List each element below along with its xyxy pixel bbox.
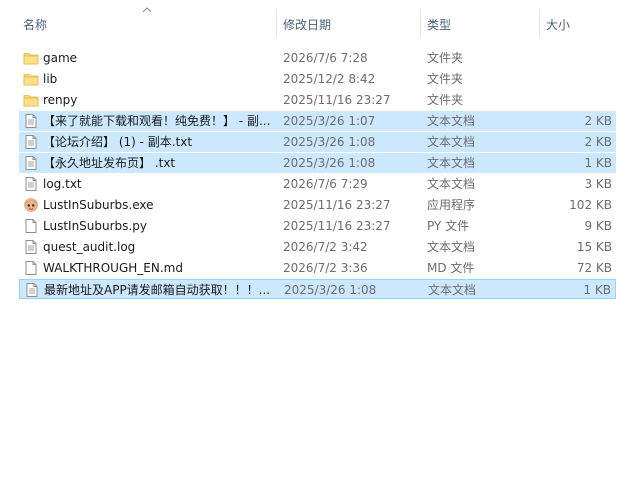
column-header-name[interactable]: 名称 <box>23 16 47 33</box>
file-date: 2026/7/2 3:42 <box>283 240 368 254</box>
text-file-icon <box>24 282 40 298</box>
file-type: 文本文档 <box>427 177 476 191</box>
file-date: 2026/7/6 7:28 <box>283 51 368 65</box>
file-type: 文本文档 <box>428 283 477 297</box>
text-file-icon <box>23 176 39 192</box>
column-header-date[interactable]: 修改日期 <box>283 16 331 33</box>
file-name: 【来了就能下载和观看！纯免费！】 - 副... <box>43 114 271 128</box>
file-row[interactable]: 【来了就能下载和观看！纯免费！】 - 副... 2025/3/26 1:07 文本文… <box>19 111 616 131</box>
file-name: LustInSuburbs.exe <box>43 198 154 212</box>
file-row[interactable]: LustInSuburbs.py 2025/11/16 23:27 PY 文件 9 K… <box>19 216 616 236</box>
file-type: 文件夹 <box>427 93 464 107</box>
file-row[interactable]: game 2026/7/6 7:28 文件夹 <box>19 48 616 68</box>
file-row[interactable]: 最新地址及APP请发邮箱自动获取！！！... 2025/3/26 1:08 文本文档… <box>19 279 616 299</box>
file-type: 文本文档 <box>427 114 476 128</box>
file-date: 2025/3/26 1:07 <box>283 114 376 128</box>
file-date: 2026/7/2 3:36 <box>283 261 368 275</box>
file-name: 【永久地址发布页】 .txt <box>43 156 176 170</box>
file-date: 2026/7/6 7:29 <box>283 177 368 191</box>
file-name: renpy <box>43 93 78 107</box>
file-size: 1 KB <box>584 156 612 170</box>
file-name: LustInSuburbs.py <box>43 219 147 233</box>
column-header-size[interactable]: 大小 <box>546 16 570 33</box>
file-date: 2025/12/2 8:42 <box>283 72 376 86</box>
file-row[interactable]: WALKTHROUGH_EN.md 2026/7/2 3:36 MD 文件 72 KB <box>19 258 616 278</box>
text-file-icon <box>23 155 39 171</box>
file-size: 15 KB <box>576 240 612 254</box>
file-type: 文本文档 <box>427 135 476 149</box>
file-name: 最新地址及APP请发邮箱自动获取！！！... <box>44 283 271 297</box>
app-exe-icon <box>23 197 39 213</box>
file-row[interactable]: 【论坛介绍】 (1) - 副本.txt 2025/3/26 1:08 文本文档 2 K… <box>19 132 616 152</box>
file-size: 102 KB <box>569 198 612 212</box>
file-date: 2025/11/16 23:27 <box>283 219 391 233</box>
file-size: 3 KB <box>584 177 612 191</box>
file-name: quest_audit.log <box>43 240 136 254</box>
folder-icon <box>23 71 39 87</box>
file-type: 文本文档 <box>427 240 476 254</box>
text-file-icon <box>23 239 39 255</box>
file-type: MD 文件 <box>427 261 475 275</box>
file-type: 文件夹 <box>427 51 464 65</box>
blank-file-icon <box>23 260 39 276</box>
file-row[interactable]: LustInSuburbs.exe 2025/11/16 23:27 应用程序 102… <box>19 195 616 215</box>
file-date: 2025/3/26 1:08 <box>283 135 376 149</box>
file-date: 2025/3/26 1:08 <box>284 283 377 297</box>
file-row[interactable]: renpy 2025/11/16 23:27 文件夹 <box>19 90 616 110</box>
file-row[interactable]: quest_audit.log 2026/7/2 3:42 文本文档 15 KB <box>19 237 616 257</box>
folder-icon <box>23 92 39 108</box>
file-row[interactable]: 【永久地址发布页】 .txt 2025/3/26 1:08 文本文档 1 KB <box>19 153 616 173</box>
file-size: 9 KB <box>584 219 612 233</box>
blank-file-icon <box>23 218 39 234</box>
column-divider[interactable] <box>420 9 421 37</box>
file-type: PY 文件 <box>427 219 470 233</box>
text-file-icon <box>23 113 39 129</box>
file-row[interactable]: log.txt 2026/7/6 7:29 文本文档 3 KB <box>19 174 616 194</box>
file-name: game <box>43 51 78 65</box>
sort-ascending-icon <box>142 7 152 13</box>
file-size: 72 KB <box>576 261 612 275</box>
file-type: 应用程序 <box>427 198 476 212</box>
file-date: 2025/11/16 23:27 <box>283 198 391 212</box>
file-name: WALKTHROUGH_EN.md <box>43 261 183 275</box>
file-size: 1 KB <box>583 283 611 297</box>
file-name: 【论坛介绍】 (1) - 副本.txt <box>43 135 193 149</box>
column-divider[interactable] <box>276 9 277 37</box>
folder-icon <box>23 50 39 66</box>
file-name: lib <box>43 72 58 86</box>
file-date: 2025/3/26 1:08 <box>283 156 376 170</box>
file-row[interactable]: lib 2025/12/2 8:42 文件夹 <box>19 69 616 89</box>
column-divider[interactable] <box>539 9 540 37</box>
file-size: 2 KB <box>584 135 612 149</box>
file-name: log.txt <box>43 177 82 191</box>
file-date: 2025/11/16 23:27 <box>283 93 391 107</box>
column-header-bar: 名称 修改日期 类型 大小 <box>0 0 622 42</box>
text-file-icon <box>23 134 39 150</box>
file-type: 文件夹 <box>427 72 464 86</box>
file-type: 文本文档 <box>427 156 476 170</box>
file-size: 2 KB <box>584 114 612 128</box>
column-header-type[interactable]: 类型 <box>427 16 451 33</box>
